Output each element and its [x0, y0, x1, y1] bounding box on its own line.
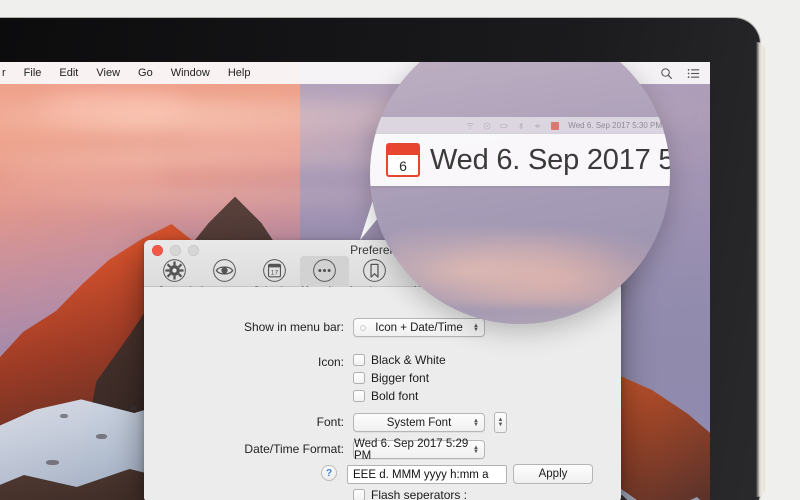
checkbox-label: Flash seperators :: [371, 488, 468, 500]
font-label-wrap: Font:: [144, 415, 344, 429]
menubar-item-window[interactable]: Window: [162, 67, 219, 79]
font-size-stepper[interactable]: ▲ ▼: [494, 412, 507, 433]
battery-icon: [500, 122, 508, 130]
datetime-format-label: Date/Time Format:: [244, 442, 344, 456]
menubar-item-view[interactable]: View: [87, 67, 129, 79]
datetime-format-label-wrap: Date/Time Format:: [144, 442, 344, 456]
menubar-item-edit[interactable]: Edit: [50, 67, 87, 79]
laptop-screen: r File Edit View Go Window Help 17 Show …: [0, 62, 710, 500]
menubar-item-go[interactable]: Go: [129, 67, 162, 79]
datetime-format-select[interactable]: Wed 6. Sep 2017 5:29 PM ▲ ▼: [353, 437, 485, 462]
wifi-icon: [466, 122, 474, 130]
checkbox-bold-font[interactable]: Bold font: [353, 389, 446, 403]
magnified-small-menubar-date: Wed 6. Sep 2017 5:30 PM: [568, 121, 662, 130]
menubar-item-help[interactable]: Help: [219, 67, 260, 79]
magnified-small-menubar: Wed 6. Sep 2017 5:30 PM: [370, 117, 670, 134]
menubar-item-file[interactable]: File: [15, 67, 51, 79]
font-value: System Font: [386, 416, 452, 429]
ellipsis-icon: [312, 258, 337, 283]
bluetooth-icon: [517, 122, 525, 130]
calendar-icon[interactable]: 6: [386, 143, 420, 177]
checkbox-black-and-white[interactable]: Black & White: [353, 353, 446, 367]
magnifier-callout: Wed 6. Sep 2017 5:30 PM 6 Wed 6. Sep 201…: [370, 62, 670, 324]
volume-icon: [483, 122, 491, 130]
chevron-updown-icon: ▲ ▼: [473, 322, 479, 333]
select-left-dot: [360, 324, 366, 331]
checkbox-box[interactable]: [353, 372, 365, 384]
font-select[interactable]: System Font ▲ ▼: [353, 413, 485, 432]
gear-icon: [162, 258, 187, 283]
datetime-format-value: Wed 6. Sep 2017 5:29 PM: [354, 437, 469, 462]
calendar-day: 6: [399, 157, 407, 174]
list-icon[interactable]: [687, 67, 700, 80]
calendar-icon: 17: [262, 258, 287, 283]
chevron-updown-icon: ▲ ▼: [473, 417, 479, 428]
stepper-down-icon[interactable]: ▼: [498, 422, 504, 428]
icon-label-wrap: Icon:: [144, 355, 344, 369]
checkbox-label: Bigger font: [371, 371, 430, 385]
checkbox-bigger-font[interactable]: Bigger font: [353, 371, 446, 385]
show-in-menu-bar-label-wrap: Show in menu bar:: [144, 320, 344, 334]
format-string-input[interactable]: [347, 465, 507, 484]
checkbox-flash-separators[interactable]: Flash seperators :: [353, 488, 467, 500]
checkbox-box[interactable]: [353, 390, 365, 402]
checkbox-box[interactable]: [353, 354, 365, 366]
checkbox-box[interactable]: [353, 489, 365, 500]
laptop-edge: [756, 42, 765, 497]
magnified-date-text[interactable]: Wed 6. Sep 2017 5:30 PM: [430, 144, 670, 177]
eye-icon: [212, 258, 237, 283]
svg-text:17: 17: [271, 269, 279, 276]
font-label: Font:: [316, 415, 344, 429]
help-button[interactable]: ?: [321, 465, 337, 481]
calendar-icon: [551, 121, 560, 130]
menubar-item-0[interactable]: r: [0, 67, 15, 79]
icon-label: Icon:: [317, 355, 344, 369]
magnified-menubar-strip: 6 Wed 6. Sep 2017 5:30 PM: [370, 134, 670, 186]
icon-checkbox-group: Black & White Bigger font Bold font: [353, 353, 446, 407]
checkbox-label: Black & White: [371, 353, 446, 367]
speaker-icon: [534, 122, 542, 130]
show-in-menu-bar-label: Show in menu bar:: [243, 320, 344, 334]
apply-button[interactable]: Apply: [513, 464, 593, 484]
chevron-updown-icon: ▲ ▼: [473, 444, 479, 455]
checkbox-label: Bold font: [371, 389, 419, 403]
